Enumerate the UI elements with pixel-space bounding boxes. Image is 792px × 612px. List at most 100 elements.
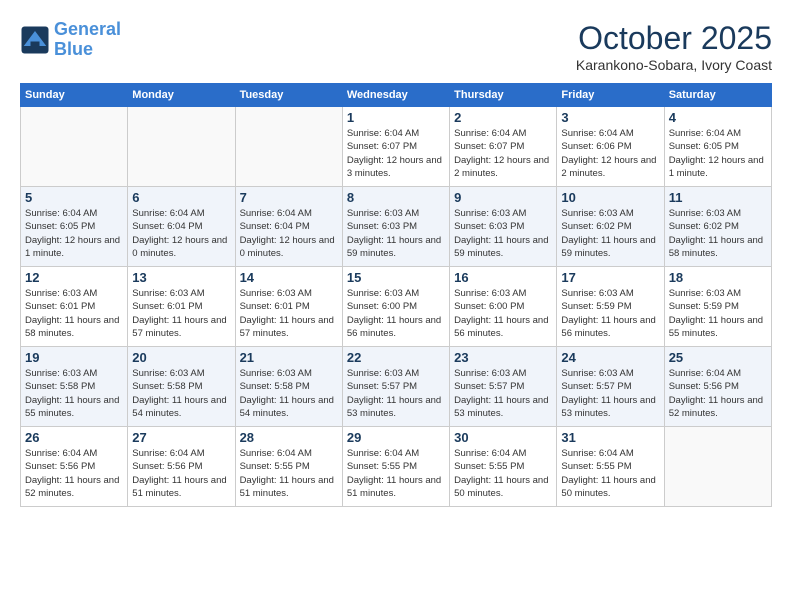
day-info: Sunrise: 6:03 AM Sunset: 6:01 PM Dayligh… (132, 287, 230, 340)
weekday-header-thursday: Thursday (450, 84, 557, 107)
calendar-cell: 18 Sunrise: 6:03 AM Sunset: 5:59 PM Dayli… (664, 267, 771, 347)
day-number: 9 (454, 190, 552, 205)
day-info: Sunrise: 6:03 AM Sunset: 6:00 PM Dayligh… (347, 287, 445, 340)
calendar-cell (128, 107, 235, 187)
day-info: Sunrise: 6:04 AM Sunset: 5:56 PM Dayligh… (132, 447, 230, 500)
calendar-cell: 12 Sunrise: 6:03 AM Sunset: 6:01 PM Dayli… (21, 267, 128, 347)
calendar-cell: 20 Sunrise: 6:03 AM Sunset: 5:58 PM Dayli… (128, 347, 235, 427)
calendar-cell: 8 Sunrise: 6:03 AM Sunset: 6:03 PM Daylig… (342, 187, 449, 267)
weekday-header-tuesday: Tuesday (235, 84, 342, 107)
day-info: Sunrise: 6:04 AM Sunset: 6:07 PM Dayligh… (347, 127, 445, 180)
location-subtitle: Karankono-Sobara, Ivory Coast (576, 57, 772, 73)
day-number: 3 (561, 110, 659, 125)
weekday-header-wednesday: Wednesday (342, 84, 449, 107)
calendar-week-3: 12 Sunrise: 6:03 AM Sunset: 6:01 PM Dayli… (21, 267, 772, 347)
calendar-cell: 19 Sunrise: 6:03 AM Sunset: 5:58 PM Dayli… (21, 347, 128, 427)
calendar-cell: 30Sunrise: 6:04 AM Sunset: 5:55 PM Dayli… (450, 427, 557, 507)
day-number: 8 (347, 190, 445, 205)
day-info: Sunrise: 6:04 AM Sunset: 6:05 PM Dayligh… (25, 207, 123, 260)
day-info: Sunrise: 6:03 AM Sunset: 5:57 PM Dayligh… (561, 367, 659, 420)
day-number: 7 (240, 190, 338, 205)
day-info: Sunrise: 6:04 AM Sunset: 5:55 PM Dayligh… (561, 447, 659, 500)
calendar-cell: 25 Sunrise: 6:04 AM Sunset: 5:56 PM Dayli… (664, 347, 771, 427)
calendar-cell: 7 Sunrise: 6:04 AM Sunset: 6:04 PM Daylig… (235, 187, 342, 267)
day-info: Sunrise: 6:03 AM Sunset: 5:58 PM Dayligh… (132, 367, 230, 420)
day-info: Sunrise: 6:03 AM Sunset: 5:57 PM Dayligh… (454, 367, 552, 420)
day-number: 10 (561, 190, 659, 205)
calendar-cell (21, 107, 128, 187)
day-info: Sunrise: 6:04 AM Sunset: 6:07 PM Dayligh… (454, 127, 552, 180)
day-info: Sunrise: 6:03 AM Sunset: 6:00 PM Dayligh… (454, 287, 552, 340)
day-info: Sunrise: 6:04 AM Sunset: 6:04 PM Dayligh… (240, 207, 338, 260)
calendar-cell: 26 Sunrise: 6:04 AM Sunset: 5:56 PM Dayli… (21, 427, 128, 507)
day-info: Sunrise: 6:03 AM Sunset: 5:58 PM Dayligh… (240, 367, 338, 420)
day-number: 17 (561, 270, 659, 285)
day-info: Sunrise: 6:04 AM Sunset: 5:56 PM Dayligh… (669, 367, 767, 420)
day-number: 26 (25, 430, 123, 445)
day-number: 5 (25, 190, 123, 205)
calendar-cell: 31 Sunrise: 6:04 AM Sunset: 5:55 PM Dayli… (557, 427, 664, 507)
calendar-cell: 4 Sunrise: 6:04 AM Sunset: 6:05 PM Daylig… (664, 107, 771, 187)
calendar-week-1: 1 Sunrise: 6:04 AM Sunset: 6:07 PM Daylig… (21, 107, 772, 187)
day-info: Sunrise: 6:03 AM Sunset: 5:58 PM Dayligh… (25, 367, 123, 420)
day-info: Sunrise: 6:03 AM Sunset: 6:01 PM Dayligh… (240, 287, 338, 340)
day-info: Sunrise: 6:03 AM Sunset: 6:03 PM Dayligh… (454, 207, 552, 260)
day-number: 14 (240, 270, 338, 285)
day-number: 2 (454, 110, 552, 125)
calendar-cell: 14 Sunrise: 6:03 AM Sunset: 6:01 PM Dayli… (235, 267, 342, 347)
calendar-cell: 5 Sunrise: 6:04 AM Sunset: 6:05 PM Daylig… (21, 187, 128, 267)
day-info: Sunrise: 6:03 AM Sunset: 6:02 PM Dayligh… (669, 207, 767, 260)
calendar-cell: 27Sunrise: 6:04 AM Sunset: 5:56 PM Dayli… (128, 427, 235, 507)
day-number: 31 (561, 430, 659, 445)
day-number: 11 (669, 190, 767, 205)
calendar-cell: 23Sunrise: 6:03 AM Sunset: 5:57 PM Dayli… (450, 347, 557, 427)
calendar-cell: 16 Sunrise: 6:03 AM Sunset: 6:00 PM Dayli… (450, 267, 557, 347)
weekday-header-sunday: Sunday (21, 84, 128, 107)
calendar-week-4: 19 Sunrise: 6:03 AM Sunset: 5:58 PM Dayli… (21, 347, 772, 427)
calendar-cell: 11 Sunrise: 6:03 AM Sunset: 6:02 PM Dayli… (664, 187, 771, 267)
day-number: 4 (669, 110, 767, 125)
day-number: 25 (669, 350, 767, 365)
day-number: 19 (25, 350, 123, 365)
day-number: 13 (132, 270, 230, 285)
calendar-cell: 3Sunrise: 6:04 AM Sunset: 6:06 PM Daylig… (557, 107, 664, 187)
day-number: 6 (132, 190, 230, 205)
day-number: 21 (240, 350, 338, 365)
page-header: General Blue October 2025 Karankono-Soba… (20, 20, 772, 73)
weekday-header-monday: Monday (128, 84, 235, 107)
calendar-week-2: 5 Sunrise: 6:04 AM Sunset: 6:05 PM Daylig… (21, 187, 772, 267)
day-info: Sunrise: 6:04 AM Sunset: 5:55 PM Dayligh… (454, 447, 552, 500)
day-info: Sunrise: 6:04 AM Sunset: 5:56 PM Dayligh… (25, 447, 123, 500)
weekday-header-friday: Friday (557, 84, 664, 107)
calendar-week-5: 26 Sunrise: 6:04 AM Sunset: 5:56 PM Dayli… (21, 427, 772, 507)
calendar-cell: 22Sunrise: 6:03 AM Sunset: 5:57 PM Dayli… (342, 347, 449, 427)
day-number: 12 (25, 270, 123, 285)
day-info: Sunrise: 6:04 AM Sunset: 6:04 PM Dayligh… (132, 207, 230, 260)
title-block: October 2025 Karankono-Sobara, Ivory Coa… (576, 20, 772, 73)
calendar-cell: 17 Sunrise: 6:03 AM Sunset: 5:59 PM Dayli… (557, 267, 664, 347)
calendar-cell: 9 Sunrise: 6:03 AM Sunset: 6:03 PM Daylig… (450, 187, 557, 267)
day-number: 1 (347, 110, 445, 125)
calendar-cell (235, 107, 342, 187)
calendar-cell: 15 Sunrise: 6:03 AM Sunset: 6:00 PM Dayli… (342, 267, 449, 347)
day-info: Sunrise: 6:03 AM Sunset: 6:01 PM Dayligh… (25, 287, 123, 340)
day-number: 18 (669, 270, 767, 285)
day-number: 15 (347, 270, 445, 285)
weekday-header-saturday: Saturday (664, 84, 771, 107)
logo-general: General (54, 19, 121, 39)
day-info: Sunrise: 6:03 AM Sunset: 6:03 PM Dayligh… (347, 207, 445, 260)
calendar-cell: 21 Sunrise: 6:03 AM Sunset: 5:58 PM Dayli… (235, 347, 342, 427)
calendar-cell: 29Sunrise: 6:04 AM Sunset: 5:55 PM Dayli… (342, 427, 449, 507)
day-info: Sunrise: 6:03 AM Sunset: 5:59 PM Dayligh… (669, 287, 767, 340)
day-info: Sunrise: 6:03 AM Sunset: 5:59 PM Dayligh… (561, 287, 659, 340)
day-info: Sunrise: 6:03 AM Sunset: 6:02 PM Dayligh… (561, 207, 659, 260)
day-number: 20 (132, 350, 230, 365)
calendar-cell: 6 Sunrise: 6:04 AM Sunset: 6:04 PM Daylig… (128, 187, 235, 267)
calendar-table: SundayMondayTuesdayWednesdayThursdayFrid… (20, 83, 772, 507)
day-info: Sunrise: 6:04 AM Sunset: 6:05 PM Dayligh… (669, 127, 767, 180)
month-title: October 2025 (576, 20, 772, 57)
calendar-cell: 13 Sunrise: 6:03 AM Sunset: 6:01 PM Dayli… (128, 267, 235, 347)
weekday-header-row: SundayMondayTuesdayWednesdayThursdayFrid… (21, 84, 772, 107)
day-number: 16 (454, 270, 552, 285)
calendar-cell: 10 Sunrise: 6:03 AM Sunset: 6:02 PM Dayli… (557, 187, 664, 267)
